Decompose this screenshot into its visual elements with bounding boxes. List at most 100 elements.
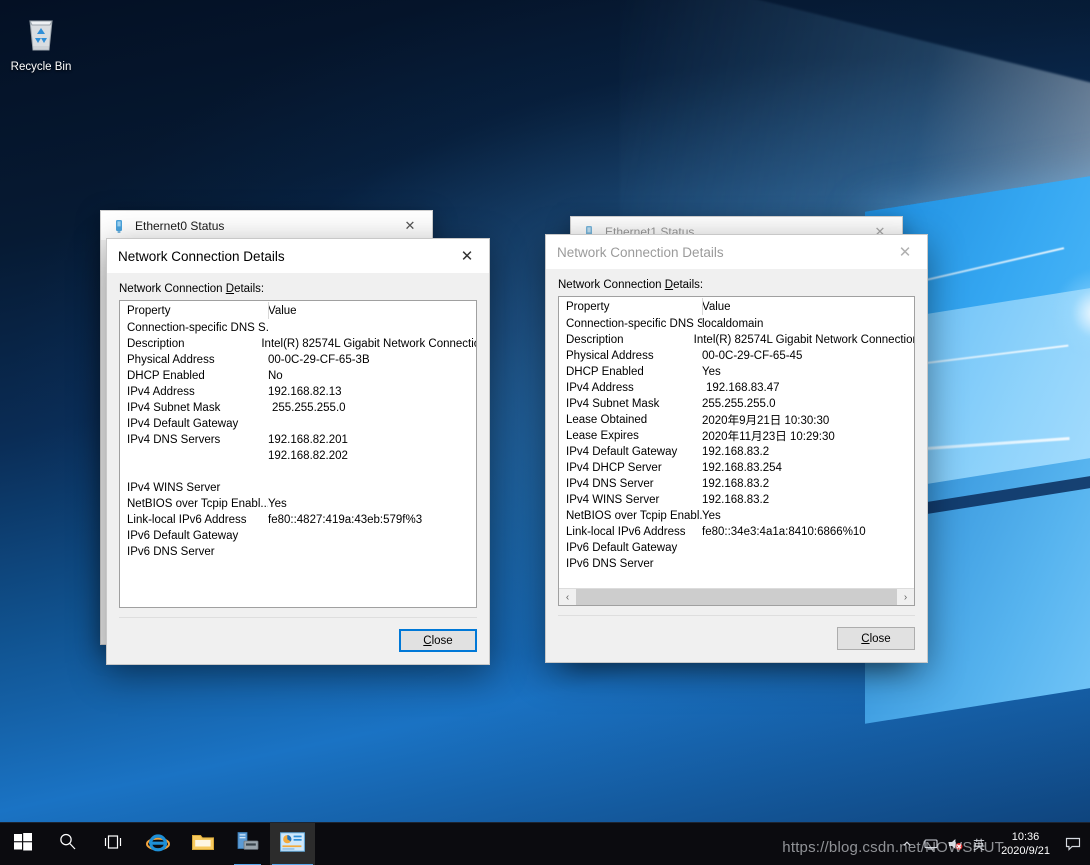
table-row[interactable]: Description Intel(R) 82574L Gigabit Netwo… [120,336,476,352]
table-row[interactable]: IPv4 Address 192.168.83.47 [559,380,914,396]
table-row[interactable]: Physical Address 00-0C-29-CF-65-3B [120,352,476,368]
dialog1-title-bar[interactable]: Network Connection Details ✕ [107,239,489,273]
dialog2-title-bar[interactable]: Network Connection Details ✕ [546,235,927,269]
dialog1-caption-pre: Network Connection [119,283,226,295]
table-row[interactable]: Lease Expires 2020年11月23日 10:29:30 [559,428,914,444]
scroll-right-icon[interactable]: › [897,589,914,606]
row-value: 192.168.83.47 [702,380,786,396]
table-row[interactable]: IPv4 Address 192.168.82.13 [120,384,476,400]
table-row[interactable]: IPv4 WINS Server 192.168.83.2 [559,492,914,508]
start-button[interactable] [0,823,45,865]
dialog2-footer-rule [558,615,915,616]
taskbar[interactable]: 英 10:36 2020/9/21 [0,822,1090,865]
row-property: IPv6 DNS Server [127,546,215,558]
row-value: fe80::34e3:4a1a:8410:6866%10 [702,526,866,538]
table-row[interactable]: IPv4 WINS Server [120,480,476,496]
dialog1-caption-post: etails: [234,283,265,295]
dialog2-close-button[interactable]: Close [837,627,915,650]
server-manager-button[interactable] [225,823,270,865]
table-row[interactable]: Link-local IPv6 Address fe80::4827:419a:4… [120,512,476,528]
row-property: Link-local IPv6 Address [566,526,686,538]
table-row[interactable]: Connection-specific DNS S... [120,320,476,336]
ime-language-icon[interactable]: 英 [967,823,991,865]
dialog2-close-button-post: lose [869,632,891,645]
table-row[interactable]: IPv6 DNS Server [559,556,914,572]
table-row[interactable]: IPv4 Default Gateway 192.168.83.2 [559,444,914,460]
row-property: IPv4 DNS Servers [127,434,221,446]
network-icon[interactable] [919,823,943,865]
row-value: Yes [702,366,721,378]
search-button[interactable] [45,823,90,865]
row-property: Description [127,338,185,350]
table-row[interactable]: NetBIOS over Tcpip Enabl... Yes [120,496,476,512]
recycle-bin-label: Recycle Bin [10,61,72,73]
row-property: IPv6 Default Gateway [566,542,678,554]
table-row[interactable]: Physical Address 00-0C-29-CF-65-45 [559,348,914,364]
clock-time: 10:36 [1011,831,1040,843]
volume-muted-icon[interactable] [943,823,967,865]
dialog2-body: Network Connection Details: Property Val… [546,269,927,606]
dialog1-list-header: Property Value [120,301,476,320]
dialog2-horizontal-scrollbar[interactable]: ‹ › [559,588,914,605]
row-property: Physical Address [127,354,215,366]
row-property: IPv4 Default Gateway [566,446,678,458]
table-row[interactable]: IPv4 DHCP Server 192.168.83.254 [559,460,914,476]
dialog-network-connection-details-eth1[interactable]: Network Connection Details ✕ Network Con… [545,234,928,663]
row-property: Link-local IPv6 Address [127,514,247,526]
dialog1-details-list[interactable]: Property Value Connection-specific DNS S… [119,300,477,608]
dialog1-close-icon[interactable]: ✕ [445,239,489,273]
table-row[interactable]: IPv6 Default Gateway [120,528,476,544]
table-row[interactable]: IPv4 Subnet Mask 255.255.255.0 [559,396,914,412]
dialog1-list-rows: Connection-specific DNS S... Description I… [120,320,476,560]
table-row[interactable]: IPv4 DNS Server 192.168.83.2 [559,476,914,492]
control-panel-icon [280,831,305,857]
row-value: 192.168.83.254 [702,462,782,474]
table-row[interactable]: Lease Obtained 2020年9月21日 10:30:30 [559,412,914,428]
taskbar-clock[interactable]: 10:36 2020/9/21 [991,830,1060,858]
table-row[interactable]: IPv6 DNS Server [120,544,476,560]
dialog1-close-button-post: lose [431,634,453,647]
dialog1-close-button[interactable]: Close [399,629,477,652]
table-row[interactable]: IPv6 Default Gateway [559,540,914,556]
chevron-up-icon[interactable] [895,823,919,865]
row-property: NetBIOS over Tcpip Enabl... [127,498,268,510]
network-adapter-icon [111,218,127,234]
table-row[interactable]: IPv4 Default Gateway [120,416,476,432]
ethernet0-title-bar[interactable]: Ethernet0 Status ✕ [101,211,432,241]
table-row[interactable]: Connection-specific DNS S... localdomain [559,316,914,332]
highlighted-value: 192.168.83.47 [702,380,786,396]
dialog2-header-property: Property [566,300,610,313]
dialog2-footer: Close [546,606,927,662]
dialog-network-connection-details-eth0[interactable]: Network Connection Details ✕ Network Con… [106,238,490,665]
windows-logo-icon [13,832,32,856]
row-property: IPv6 DNS Server [566,558,654,570]
task-view-button[interactable] [90,823,135,865]
control-panel-button[interactable] [270,822,315,865]
internet-explorer-button[interactable] [135,823,180,865]
dialog2-close-icon[interactable]: ✕ [883,235,927,269]
server-manager-icon [236,831,260,858]
dialog1-header-divider [268,302,269,319]
desktop-icon-recycle-bin[interactable]: Recycle Bin [4,8,78,74]
table-row[interactable]: DHCP Enabled No [120,368,476,384]
table-row[interactable]: Description Intel(R) 82574L Gigabit Netwo… [559,332,914,348]
table-row[interactable]: Link-local IPv6 Address fe80::34e3:4a1a:8… [559,524,914,540]
row-value: Intel(R) 82574L Gigabit Network Connecti… [693,334,914,346]
scroll-left-icon[interactable]: ‹ [559,589,576,606]
scroll-thumb[interactable] [576,588,897,605]
ethernet0-close-icon[interactable]: ✕ [388,211,432,241]
table-row[interactable]: 192.168.82.202 [120,448,476,464]
notification-center-icon[interactable] [1060,823,1086,865]
dialog1-caption: Network Connection Details: [119,283,477,295]
row-property: IPv6 Default Gateway [127,530,239,542]
dialog2-caption-pre: Network Connection [558,279,665,291]
table-row[interactable]: IPv4 DNS Servers 192.168.82.201 [120,432,476,448]
dialog2-details-list[interactable]: Property Value Connection-specific DNS S… [558,296,915,606]
table-row[interactable] [120,464,476,480]
table-row[interactable]: IPv4 Subnet Mask 255.255.255.0 [120,400,476,416]
row-property: IPv4 DNS Server [566,478,654,490]
table-row[interactable]: NetBIOS over Tcpip Enabl... Yes [559,508,914,524]
system-tray[interactable]: 英 10:36 2020/9/21 [895,823,1090,865]
file-explorer-button[interactable] [180,823,225,865]
table-row[interactable]: DHCP Enabled Yes [559,364,914,380]
